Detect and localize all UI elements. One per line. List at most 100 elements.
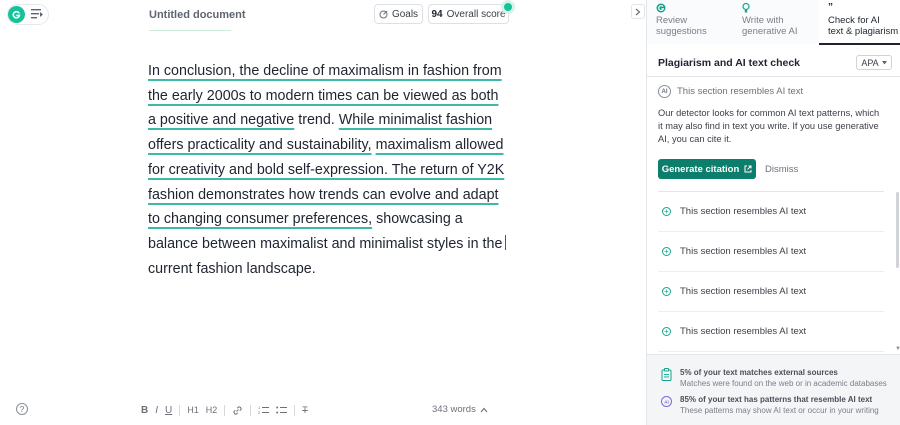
- italic-button[interactable]: I: [155, 402, 158, 418]
- bold-button[interactable]: B: [141, 402, 148, 418]
- editor-pane: Untitled document Goals 94 Overall score…: [0, 0, 646, 425]
- toolbar-divider: [250, 404, 252, 416]
- bullet-list-button[interactable]: [276, 402, 288, 418]
- flagged-text[interactable]: for creativity and bold self-expression.…: [148, 162, 504, 178]
- ai-summary[interactable]: AI 85% of your text has patterns that re…: [661, 394, 879, 416]
- tab-check-ai-plagiarism[interactable]: ” Check for AI text & plagiarism: [819, 0, 900, 45]
- list-item[interactable]: + This section resembles AI text: [658, 272, 884, 312]
- flagged-text[interactable]: offers practicality and sustainability,: [148, 137, 372, 153]
- tab-label: suggestions: [656, 26, 707, 37]
- body-line: a positive and negative trend. While min…: [148, 108, 518, 133]
- summary-footer: 5% of your text matches external sources…: [647, 354, 900, 425]
- tab-label: generative AI: [742, 26, 798, 37]
- overall-score-label: Overall score: [446, 8, 506, 20]
- ai-card-heading: This section resembles AI text: [677, 86, 804, 97]
- body-line: to changing consumer preferences, showca…: [148, 207, 518, 232]
- expand-icon: +: [662, 247, 671, 256]
- document-body[interactable]: In conclusion, the decline of maximalism…: [148, 59, 518, 281]
- assistant-sidebar: Review suggestions Write with generative…: [646, 0, 900, 425]
- ai-sections-list: + This section resembles AI text + This …: [658, 192, 884, 352]
- body-line: In conclusion, the decline of maximalism…: [148, 59, 518, 84]
- lightbulb-icon: [742, 2, 819, 13]
- menu-icon[interactable]: [31, 8, 44, 20]
- score-status-dot: [501, 0, 515, 14]
- format-toolbar: B I U H1 H2 12 T: [141, 402, 315, 418]
- flagged-text[interactable]: to changing consumer preferences,: [148, 211, 372, 227]
- plagiarism-summary[interactable]: 5% of your text matches external sources…: [661, 367, 887, 389]
- heading1-button[interactable]: H1: [187, 402, 199, 418]
- plagiarism-summary-subtitle: Matches were found on the web or in acad…: [680, 379, 887, 388]
- flagged-text[interactable]: In conclusion, the decline of maximalism…: [148, 63, 502, 79]
- external-link-icon: [744, 165, 752, 173]
- panel-divider: [647, 76, 900, 77]
- chevron-up-icon: [480, 407, 488, 412]
- link-icon: [233, 405, 242, 415]
- goals-button[interactable]: Goals: [374, 4, 423, 24]
- plagiarism-summary-title: 5% of your text matches external sources: [680, 368, 838, 377]
- citation-style-value: APA: [861, 57, 879, 68]
- quote-icon: ”: [828, 2, 833, 13]
- body-line: offers practicality and sustainability, …: [148, 133, 518, 158]
- plain-text: trend.: [294, 112, 339, 129]
- body-line: the early 2000s to modern times can be v…: [148, 84, 518, 109]
- ai-badge-icon: AI: [658, 85, 671, 98]
- link-button[interactable]: [232, 402, 243, 418]
- grammarly-g-icon: [656, 3, 733, 13]
- word-count: 343 words: [432, 404, 476, 415]
- overall-score-value: 94: [431, 8, 443, 20]
- tab-label: Review: [656, 15, 688, 26]
- tab-write-with-generative-ai[interactable]: Write with generative AI: [733, 0, 819, 44]
- flagged-text[interactable]: the early 2000s to modern times can be v…: [148, 88, 498, 104]
- svg-text:2: 2: [258, 410, 261, 415]
- generate-citation-button[interactable]: Generate citation: [658, 159, 756, 179]
- title-underline: [149, 30, 231, 31]
- list-item-label: This section resembles AI text: [680, 246, 807, 257]
- ai-summary-subtitle: These patterns may show AI text or occur…: [680, 406, 879, 415]
- list-item[interactable]: + This section resembles AI text: [658, 312, 884, 352]
- list-item[interactable]: + This section resembles AI text: [658, 192, 884, 232]
- flagged-text[interactable]: a positive and negative: [148, 112, 294, 128]
- expand-icon: +: [662, 287, 671, 296]
- text-caret: [505, 234, 507, 250]
- plain-text: balance between maximalist and minimalis…: [148, 235, 503, 252]
- dismiss-button[interactable]: Dismiss: [765, 164, 798, 175]
- document-title[interactable]: Untitled document: [149, 9, 246, 21]
- word-count-button[interactable]: 343 words: [432, 404, 488, 415]
- goals-label: Goals: [391, 8, 419, 20]
- flagged-text[interactable]: While minimalist fashion: [339, 112, 492, 128]
- clear-format-icon: T: [302, 405, 308, 415]
- flagged-text[interactable]: fashion demonstrates how trends can evol…: [148, 187, 499, 203]
- numbered-list-button[interactable]: 12: [258, 402, 270, 418]
- ai-card-description: Our detector looks for common AI text pa…: [658, 108, 880, 144]
- ai-summary-title: 85% of your text has patterns that resem…: [680, 395, 873, 404]
- chevron-right-icon: [635, 8, 641, 15]
- grammarly-logo-icon[interactable]: [8, 6, 25, 23]
- tab-label: text & plagiarism: [828, 26, 899, 37]
- expand-icon: +: [662, 327, 671, 336]
- overall-score-button[interactable]: 94 Overall score: [428, 4, 509, 24]
- heading2-button[interactable]: H2: [206, 402, 218, 418]
- svg-text:AI: AI: [664, 399, 669, 404]
- expand-icon: +: [662, 207, 671, 216]
- sidebar-tabs: Review suggestions Write with generative…: [647, 0, 900, 45]
- sidebar-scrollbar[interactable]: [896, 192, 899, 268]
- collapse-sidebar-button[interactable]: [631, 4, 645, 19]
- clipboard-icon: [661, 368, 672, 381]
- ai-card-header: AI This section resembles AI text: [658, 85, 803, 98]
- panel-title: Plagiarism and AI text check: [658, 57, 801, 69]
- citation-style-select[interactable]: APA: [856, 55, 892, 70]
- toolbar-divider: [179, 404, 181, 416]
- toolbar-divider: [294, 404, 296, 416]
- body-line: balance between maximalist and minimalis…: [148, 232, 518, 257]
- tab-review-suggestions[interactable]: Review suggestions: [647, 0, 733, 44]
- bullet-list-icon: [276, 406, 288, 414]
- clear-format-button[interactable]: T: [302, 402, 308, 418]
- list-item-label: This section resembles AI text: [680, 286, 807, 297]
- list-item[interactable]: + This section resembles AI text: [658, 232, 884, 272]
- underline-button[interactable]: U: [165, 402, 172, 418]
- scroll-down-icon[interactable]: ▼: [895, 346, 900, 352]
- numbered-list-icon: 12: [258, 405, 270, 415]
- generate-citation-label: Generate citation: [661, 163, 740, 175]
- flagged-text[interactable]: maximalism allowed: [376, 137, 504, 153]
- help-icon[interactable]: ?: [16, 403, 28, 415]
